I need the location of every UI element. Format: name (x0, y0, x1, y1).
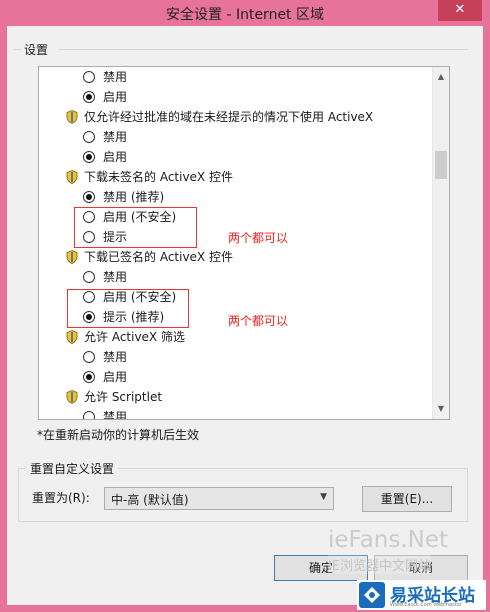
setting-option-label: 禁用 (103, 130, 128, 144)
dialog-window: 安全设置 - Internet 区域 ✕ 设置 禁用 启用 仅允许经过批准的域在未经… (0, 0, 490, 612)
title-bar[interactable]: 安全设置 - Internet 区域 ✕ (0, 0, 490, 26)
annotation-text: 两个都可以 (228, 231, 289, 245)
group-border (18, 468, 26, 469)
watermark-subtitle: IE浏览器中文网站 (328, 555, 432, 574)
radio-unchecked-icon[interactable] (83, 131, 95, 143)
radio-checked-icon[interactable] (83, 371, 95, 383)
setting-option-label: 启用 (103, 150, 128, 164)
security-shield-icon (66, 170, 78, 184)
scroll-thumb[interactable] (435, 151, 447, 179)
radio-unchecked-icon[interactable] (83, 271, 95, 283)
radio-checked-icon[interactable] (83, 91, 95, 103)
annotation-box (74, 207, 197, 248)
setting-option-label: 禁用 (103, 410, 128, 420)
window-title: 安全设置 - Internet 区域 (166, 7, 324, 23)
radio-checked-icon[interactable] (83, 151, 95, 163)
setting-category-label: 允许 Scriptlet (84, 390, 163, 404)
radio-unchecked-icon[interactable] (83, 71, 95, 83)
setting-option-label: 启用 (103, 90, 128, 104)
reset-level-dropdown[interactable]: 中-高 (默认值) ▼ (104, 487, 334, 510)
setting-category-label: 下载未签名的 ActiveX 控件 (84, 170, 233, 184)
restart-note: *在重新启动你的计算机后生效 (37, 428, 200, 442)
security-shield-icon (66, 390, 78, 404)
setting-category-label: 仅允许经过批准的域在未经提示的情况下使用 ActiveX (84, 110, 374, 124)
radio-unchecked-icon[interactable] (83, 351, 95, 363)
dropdown-value: 中-高 (默认值) (111, 493, 189, 507)
vertical-scrollbar[interactable]: ▲ ▼ (432, 67, 449, 419)
watermark-site: ieFans.Net (328, 527, 448, 553)
annotation-box (67, 289, 189, 328)
setting-option-label: 禁用 (103, 70, 128, 84)
group-border (14, 49, 22, 50)
group-border (118, 468, 468, 469)
radio-checked-icon[interactable] (83, 191, 95, 203)
setting-option-label: 启用 (103, 370, 128, 384)
setting-category-label: 下载已签名的 ActiveX 控件 (84, 250, 233, 264)
security-shield-icon (66, 250, 78, 264)
setting-category-label: 允许 ActiveX 筛选 (84, 330, 185, 344)
radio-unchecked-icon[interactable] (83, 411, 95, 419)
reset-to-label: 重置为(R): (32, 491, 90, 505)
setting-option-label: 禁用 (103, 350, 128, 364)
chevron-down-icon: ▼ (320, 492, 327, 502)
logo-icon (359, 582, 385, 608)
setting-option-label: 禁用 (103, 270, 128, 284)
reset-button[interactable]: 重置(E)... (362, 486, 452, 512)
watermark-logo: 易采站长站 Www.Easck.Com Webmaster (357, 580, 486, 610)
reset-group-label: 重置自定义设置 (30, 462, 115, 476)
annotation-text: 两个都可以 (228, 314, 289, 328)
setting-option-label: 禁用 (推荐) (103, 190, 165, 204)
security-shield-icon (66, 110, 78, 124)
security-shield-icon (66, 330, 78, 344)
group-border (58, 49, 468, 50)
scroll-down-arrow-icon[interactable]: ▼ (433, 401, 449, 417)
logo-subtext: Www.Easck.Com Webmaster (390, 602, 462, 608)
settings-group-label: 设置 (24, 43, 49, 57)
scroll-up-arrow-icon[interactable]: ▲ (433, 69, 449, 85)
close-button[interactable]: ✕ (438, 0, 482, 21)
